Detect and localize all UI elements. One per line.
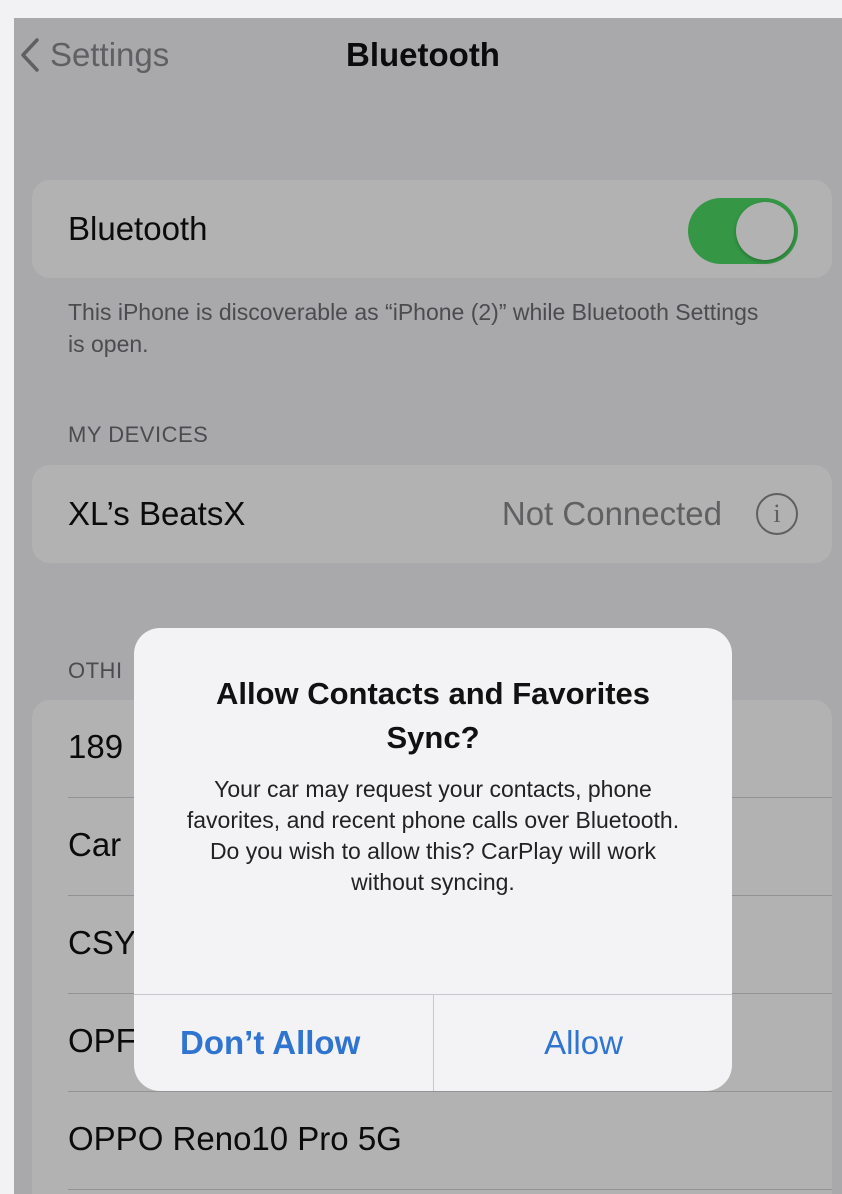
sync-permission-alert: Allow Contacts and Favorites Sync? Your …: [134, 628, 732, 1091]
allow-button[interactable]: Allow: [434, 995, 732, 1091]
alert-message: Your car may request your contacts, phon…: [186, 776, 680, 895]
bluetooth-settings-screen: Settings Bluetooth Bluetooth This iPhone…: [14, 18, 842, 1194]
alert-title: Allow Contacts and Favorites Sync?: [215, 676, 651, 755]
dont-allow-button[interactable]: Don’t Allow: [134, 995, 433, 1091]
